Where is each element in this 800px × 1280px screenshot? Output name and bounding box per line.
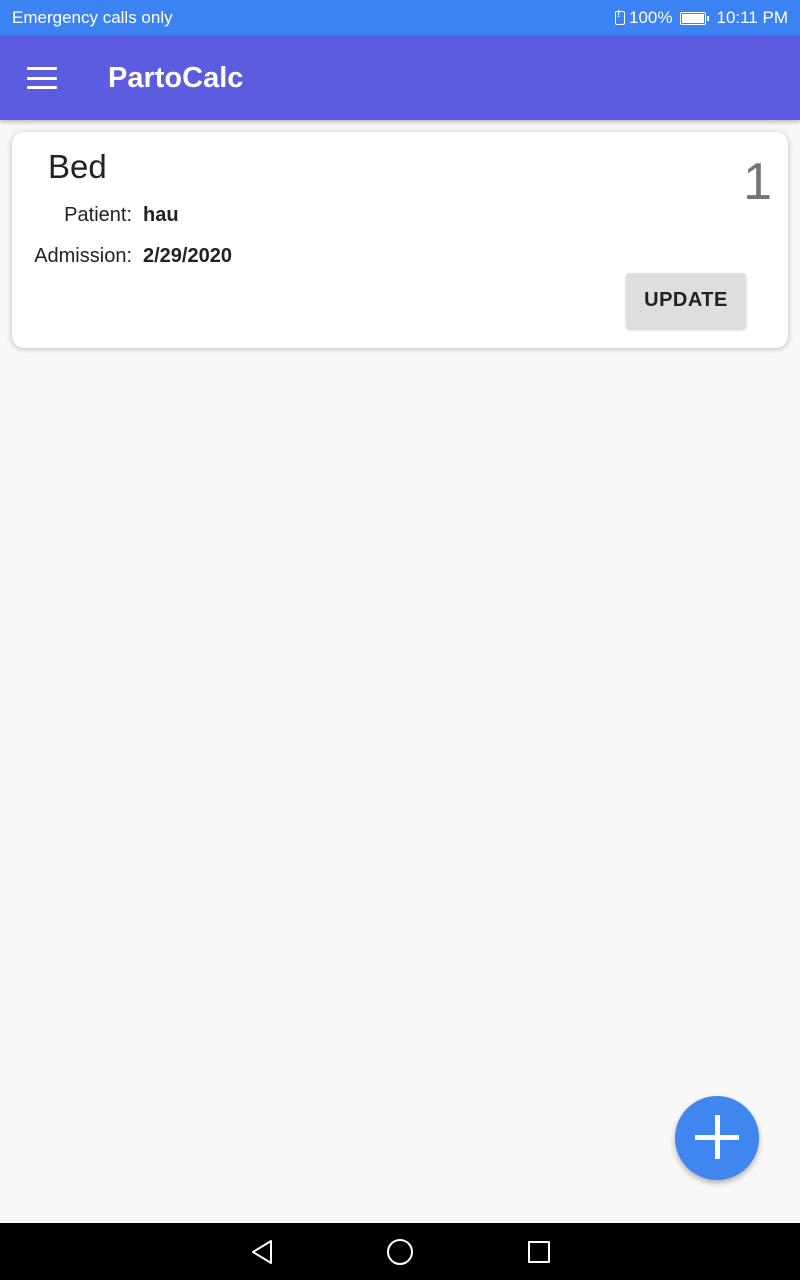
status-bar: Emergency calls only 100% 10:11 PM	[0, 0, 800, 36]
back-icon[interactable]	[250, 1239, 274, 1265]
navigation-bar	[0, 1223, 800, 1280]
app-title: PartoCalc	[108, 61, 244, 94]
status-indicators: 100% 10:11 PM	[615, 8, 788, 28]
carrier-text: Emergency calls only	[12, 8, 173, 27]
clock: 10:11 PM	[716, 8, 788, 27]
patient-value: hau	[143, 204, 179, 226]
update-button[interactable]: UPDATE	[626, 273, 746, 328]
app-bar: PartoCalc	[0, 36, 800, 120]
card-title: Bed	[48, 148, 107, 185]
admission-label: Admission:	[34, 245, 132, 267]
recent-apps-icon[interactable]	[528, 1241, 550, 1263]
battery-icon	[680, 11, 710, 25]
patient-label: Patient:	[64, 204, 132, 226]
admission-value: 2/29/2020	[143, 245, 232, 267]
sim-alert-icon	[615, 9, 625, 25]
bed-number: 1	[743, 153, 772, 211]
add-bed-button[interactable]	[675, 1096, 759, 1180]
battery-level: 100%	[629, 8, 673, 27]
bed-card: Bed 1 Patient: hau Admission: 2/29/2020 …	[12, 132, 788, 348]
home-icon[interactable]	[387, 1239, 413, 1265]
hamburger-menu-icon[interactable]	[27, 67, 57, 89]
